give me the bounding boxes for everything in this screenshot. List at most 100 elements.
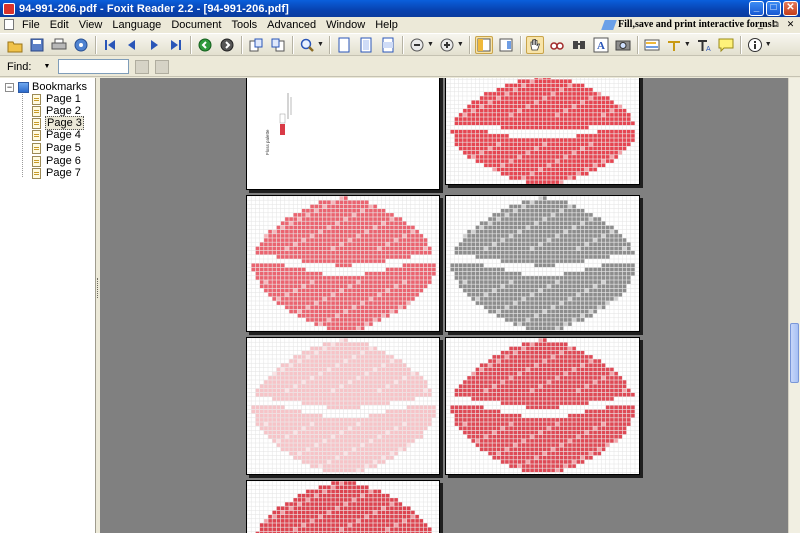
promo-link[interactable]: Fill,save and print interactive forms! (601, 18, 775, 31)
next-page-button[interactable] (145, 36, 163, 54)
stitch-cell (568, 359, 572, 363)
print-button[interactable] (50, 36, 68, 54)
stitch-cell (500, 108, 505, 113)
menu-window[interactable]: Window (321, 19, 370, 31)
first-page-button[interactable] (101, 36, 119, 54)
zoom-dropdown-arrow[interactable]: ▼ (317, 41, 324, 48)
open-button[interactable] (6, 36, 24, 54)
stitch-cell (509, 155, 513, 159)
stitch-cell (584, 159, 589, 163)
minimize-button[interactable]: _ (749, 1, 764, 16)
stitch-cell (377, 376, 382, 380)
stitch-cell (547, 213, 551, 217)
stitch-cell (385, 221, 390, 226)
menu-tools[interactable]: Tools (226, 19, 262, 31)
bookmark-page-1[interactable]: Page 1 (32, 93, 82, 105)
stitch-cell (327, 246, 331, 251)
email-button[interactable] (72, 36, 90, 54)
go-back-button[interactable] (196, 36, 214, 54)
stitch-cell (551, 430, 555, 435)
doc-close-button[interactable]: ✕ (785, 19, 796, 30)
stitch-cell (534, 376, 539, 380)
find-next-button[interactable] (155, 59, 170, 74)
form-button[interactable] (643, 36, 661, 54)
previous-page-button[interactable] (123, 36, 141, 54)
stitch-cell (593, 113, 597, 117)
document-view[interactable]: Floss palette (100, 78, 788, 533)
menu-language[interactable]: Language (107, 19, 166, 31)
close-button[interactable]: ✕ (783, 1, 798, 16)
bookmark-page-5[interactable]: Page 5 (32, 142, 82, 154)
menu-file[interactable]: File (17, 19, 45, 31)
bookmark-page-4[interactable]: Page 4 (32, 129, 82, 141)
select-text-button[interactable]: A (592, 36, 610, 54)
info-dropdown-arrow[interactable]: ▼ (765, 41, 772, 48)
stitch-cell (500, 259, 505, 263)
highlight-dropdown-arrow[interactable]: ▼ (684, 41, 691, 48)
maximize-button[interactable]: □ (766, 1, 781, 16)
stitch-cell (432, 409, 436, 414)
find-options-dropdown[interactable]: ▼ (43, 63, 50, 70)
stitch-cell (255, 409, 260, 414)
foxit-app-icon[interactable] (3, 2, 15, 15)
stitch-cell (488, 380, 492, 384)
zoom-in-button[interactable] (438, 36, 456, 54)
stitch-cell (484, 288, 488, 293)
bookmarks-root[interactable]: − Bookmarks (5, 81, 87, 93)
rotate-right-button[interactable] (269, 36, 287, 54)
collapse-toggle[interactable]: − (5, 82, 14, 92)
go-forward-button[interactable] (218, 36, 236, 54)
stitch-cell (517, 79, 522, 84)
bookmark-panel-button[interactable] (474, 35, 493, 54)
stitch-cell (322, 350, 327, 355)
stitch-cell (339, 221, 344, 226)
stitch-cell (534, 78, 539, 79)
find-previous-button[interactable] (135, 59, 150, 74)
stitch-cell (343, 204, 348, 209)
typewriter-button[interactable]: A (695, 36, 713, 54)
stitch-cell (385, 447, 390, 452)
fit-page-button[interactable] (357, 36, 375, 54)
menu-document[interactable]: Document (166, 19, 226, 31)
stitch-cell (505, 309, 509, 314)
menu-view[interactable]: View (74, 19, 108, 31)
camera-button[interactable] (614, 36, 632, 54)
menu-help[interactable]: Help (370, 19, 403, 31)
menu-advanced[interactable]: Advanced (262, 19, 321, 31)
doc-restore-button[interactable]: ⧉ (770, 19, 781, 30)
stitch-cell (467, 263, 471, 268)
stitch-cell (597, 163, 602, 168)
stitch-cell (484, 221, 488, 226)
stitch-cell (542, 146, 547, 151)
bookmark-page-6[interactable]: Page 6 (32, 155, 82, 167)
zoom-button[interactable] (298, 36, 316, 54)
menu-edit[interactable]: Edit (45, 19, 74, 31)
zoom-out-button[interactable] (408, 36, 426, 54)
note-button[interactable] (717, 36, 735, 54)
rotate-left-button[interactable] (247, 36, 265, 54)
hand-tool-button[interactable] (525, 35, 544, 54)
find-input[interactable] (58, 59, 130, 74)
highlight-button[interactable] (665, 36, 683, 54)
stitch-cell (394, 426, 398, 431)
find-button[interactable] (570, 36, 588, 54)
zoom-out-dropdown-arrow[interactable]: ▼ (427, 41, 434, 48)
info-button[interactable] (746, 36, 764, 54)
stitch-cell (559, 460, 564, 464)
stitch-cell (580, 92, 585, 96)
doc-minimize-button[interactable]: _ (755, 19, 766, 30)
zoom-in-dropdown-arrow[interactable]: ▼ (457, 41, 464, 48)
stitch-cell (454, 250, 459, 255)
stitch-cell (500, 87, 505, 92)
document-icon[interactable] (4, 19, 14, 30)
snapshot-button[interactable] (548, 36, 566, 54)
fit-width-button[interactable] (379, 36, 397, 54)
save-button[interactable] (28, 36, 46, 54)
stitch-cell (551, 301, 555, 305)
bookmark-page-3[interactable]: Page 3 (32, 116, 84, 130)
page-panel-button[interactable] (497, 36, 515, 54)
last-page-button[interactable] (167, 36, 185, 54)
actual-size-button[interactable] (335, 36, 353, 54)
bookmark-page-7[interactable]: Page 7 (32, 167, 82, 179)
stitch-cell (348, 455, 352, 460)
